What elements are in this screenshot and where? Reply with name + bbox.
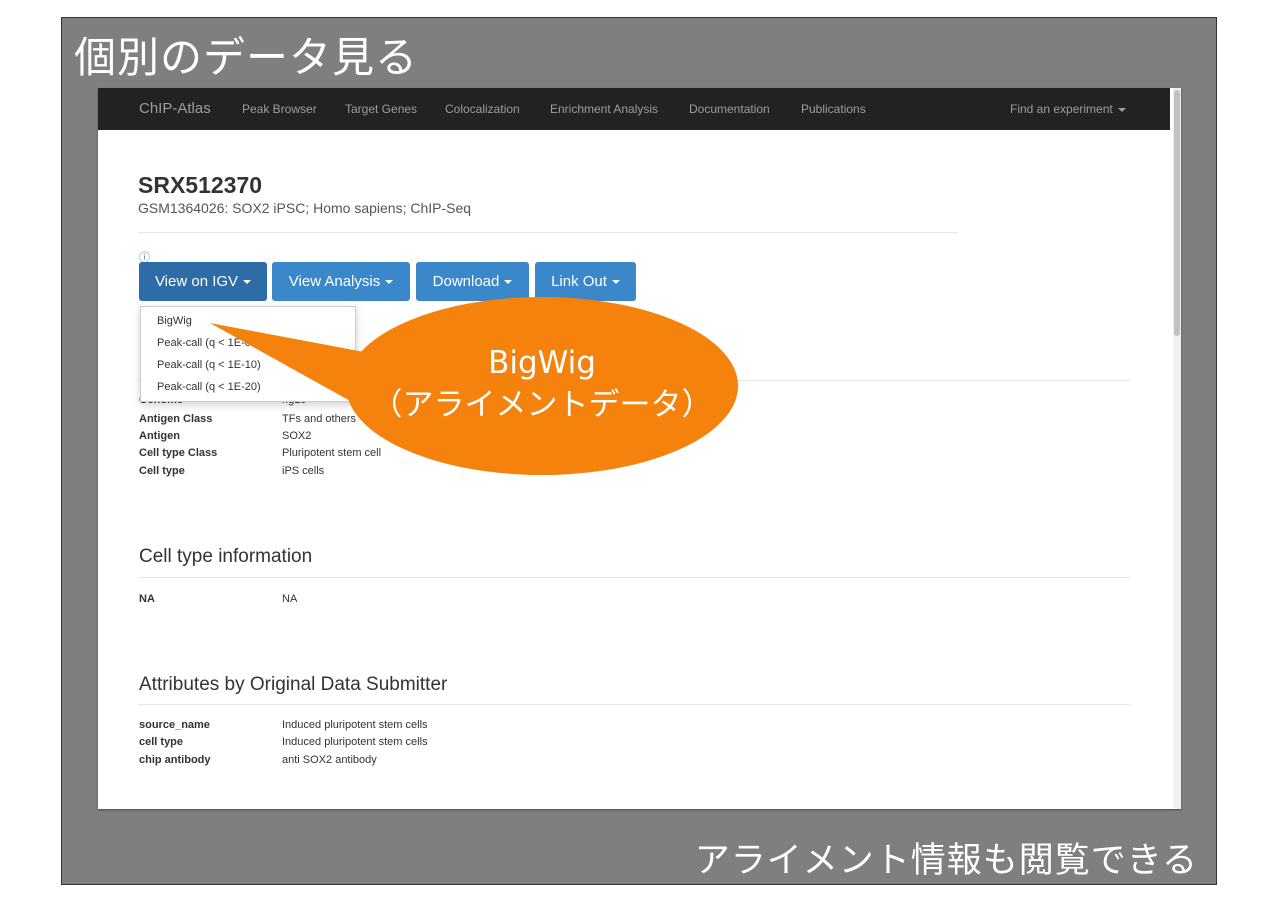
link-out-label: Link Out — [551, 273, 607, 290]
slide-caption: アライメント情報も閲覧できる — [694, 841, 1198, 881]
attr-key-chip-antibody: chip antibody — [139, 754, 211, 766]
callout-line-2: （アライメントデータ） — [371, 387, 713, 423]
link-out-button[interactable]: Link Out — [535, 262, 636, 301]
scrollbar-thumb[interactable] — [1174, 90, 1180, 336]
attr-key-cell-type: cell type — [139, 736, 184, 748]
attr-value-source-name: Induced pluripotent stem cells — [282, 719, 428, 731]
view-analysis-label: View Analysis — [288, 273, 381, 290]
download-label: Download — [432, 273, 500, 290]
nav-link-publications[interactable]: Publications — [801, 102, 866, 116]
menu-item-peak-call-1e05[interactable]: Peak-call (q < 1E-05) — [157, 337, 261, 349]
callout-text: BigWig （アライメントデータ） — [336, 342, 748, 426]
chevron-down-icon — [385, 280, 394, 285]
cell-type-info-divider — [138, 577, 1130, 578]
navbar: ChIP-Atlas Peak Browser Target Genes Col… — [98, 88, 1170, 130]
view-on-igv-button[interactable]: View on IGV — [139, 262, 267, 301]
nav-brand[interactable]: ChIP-Atlas — [139, 100, 211, 117]
attr-value-chip-antibody: anti SOX2 antibody — [282, 754, 377, 766]
sample-key-cell-type-class: Cell type Class — [139, 447, 218, 459]
slide-title: 個別のデータ見る — [74, 33, 419, 82]
experiment-subtitle: GSM1364026: SOX2 iPSC; Homo sapiens; ChI… — [138, 200, 472, 216]
find-experiment-label: Find an experiment — [1010, 102, 1113, 116]
sample-key-antigen-class: Antigen Class — [139, 413, 213, 425]
chevron-down-icon — [243, 280, 252, 285]
nav-link-target-genes[interactable]: Target Genes — [345, 102, 417, 116]
experiment-id: SRX512370 — [138, 172, 263, 198]
chevron-down-icon — [611, 280, 620, 285]
callout-line-1: BigWig — [488, 345, 596, 381]
menu-item-peak-call-1e20[interactable]: Peak-call (q < 1E-20) — [157, 381, 261, 393]
view-on-igv-label: View on IGV — [154, 273, 239, 290]
attr-value-cell-type: Induced pluripotent stem cells — [282, 736, 428, 748]
scrollbar[interactable] — [1173, 88, 1181, 809]
chevron-down-icon — [504, 280, 513, 285]
nav-link-documentation[interactable]: Documentation — [689, 102, 770, 116]
browser-window: ChIP-Atlas Peak Browser Target Genes Col… — [98, 88, 1181, 809]
nav-link-peak-browser[interactable]: Peak Browser — [242, 102, 317, 116]
find-experiment-dropdown[interactable]: Find an experiment — [1010, 102, 1126, 116]
attr-key-source-name: source_name — [139, 719, 210, 731]
cell-type-info-heading: Cell type information — [139, 546, 313, 567]
sample-value-cell-type-class: Pluripotent stem cell — [282, 447, 382, 459]
cell-type-key-na: NA — [139, 593, 155, 605]
sample-value-cell-type: iPS cells — [282, 465, 325, 477]
sample-value-antigen: SOX2 — [282, 430, 312, 442]
cell-type-value-na: NA — [282, 593, 298, 605]
attributes-divider — [138, 704, 1130, 705]
sample-key-cell-type: Cell type — [139, 465, 185, 477]
menu-item-peak-call-1e10[interactable]: Peak-call (q < 1E-10) — [157, 359, 261, 371]
view-analysis-button[interactable]: View Analysis — [272, 262, 410, 301]
nav-link-enrichment-analysis[interactable]: Enrichment Analysis — [550, 102, 658, 116]
sample-key-antigen: Antigen — [139, 430, 180, 442]
nav-link-colocalization[interactable]: Colocalization — [445, 102, 520, 116]
menu-item-bigwig[interactable]: BigWig — [157, 315, 192, 327]
igv-dropdown-menu: BigWig Peak-call (q < 1E-05) Peak-call (… — [140, 306, 356, 402]
download-button[interactable]: Download — [416, 262, 529, 301]
attributes-heading: Attributes by Original Data Submitter — [139, 674, 448, 695]
header-divider — [138, 232, 958, 233]
chevron-down-icon — [1117, 107, 1126, 112]
